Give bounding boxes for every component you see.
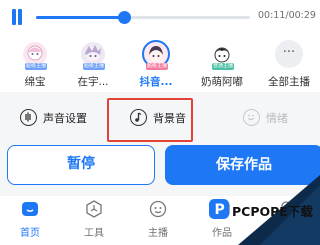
tab-label: 首页 (20, 228, 40, 239)
voice-name: 抖音... (139, 76, 173, 88)
playback-time: 00:11/00:29 (258, 10, 316, 21)
watermark-logo-icon: P (209, 199, 229, 219)
avatar: 普通主播 (208, 40, 236, 70)
tab-label: 工具 (84, 228, 104, 239)
voice-setting-label: 声音设置 (43, 112, 87, 125)
tab-home[interactable]: 首页 (0, 200, 60, 239)
tab-anchor[interactable]: 主播 (128, 200, 188, 239)
all-voices-label: 全部主播 (268, 76, 310, 88)
pause-button[interactable]: 暂停 (7, 145, 155, 185)
voice-name: 在宇... (77, 76, 109, 88)
avatar: 超级主播 (142, 40, 170, 70)
voice-tag: 超级主播 (146, 63, 168, 70)
avatar: 超级主播 (79, 40, 107, 70)
voice-tag: 普通主播 (212, 63, 234, 70)
avatar: 超级主播 (21, 40, 49, 70)
progress-fill (36, 16, 124, 19)
progress-thumb[interactable] (117, 11, 131, 24)
anime-avatar-icon (85, 45, 101, 61)
tools-icon (85, 200, 103, 218)
voice-item[interactable]: 超级主播 在宇... (66, 40, 120, 89)
emotion-button[interactable]: 情绪 (243, 108, 303, 130)
highlight-box (107, 98, 193, 142)
audio-player: 00:11/00:29 (0, 0, 320, 34)
anchor-icon (149, 200, 167, 218)
all-voices-button[interactable]: ··· 全部主播 (262, 40, 316, 89)
voice-tag: 超级主播 (25, 63, 47, 70)
home-icon (21, 200, 39, 218)
anime-avatar-icon (27, 45, 43, 61)
voice-name: 绵宝 (24, 76, 46, 88)
anime-avatar-icon (149, 46, 163, 62)
watermark-logo-letter: P (215, 202, 225, 218)
voice-list: 超级主播 绵宝 超级主播 在宇... 超级主播 抖音... 普通主播 奶萌阿嘟 … (0, 34, 320, 92)
tab-label: 主播 (148, 228, 168, 239)
pause-icon[interactable] (10, 9, 24, 25)
emotion-label: 情绪 (266, 112, 288, 125)
smile-icon (243, 109, 260, 126)
voice-setting-button[interactable]: 声音设置 (20, 108, 120, 130)
voice-name: 奶萌阿嘟 (201, 76, 243, 88)
more-icon: ··· (275, 40, 303, 68)
tab-tools[interactable]: 工具 (64, 200, 124, 239)
voice-item[interactable]: 普通主播 奶萌阿嘟 (195, 40, 249, 89)
progress-slider[interactable] (36, 11, 250, 24)
watermark: P PCPOPE下载 (206, 197, 320, 225)
voice-wave-icon (20, 109, 37, 126)
cartoon-avatar-icon (214, 47, 230, 63)
voice-item-selected[interactable]: 超级主播 抖音... (129, 40, 183, 89)
voice-tag: 超级主播 (83, 63, 105, 70)
voice-item[interactable]: 超级主播 绵宝 (8, 40, 62, 89)
watermark-text: PCPOPE下载 (232, 204, 313, 219)
